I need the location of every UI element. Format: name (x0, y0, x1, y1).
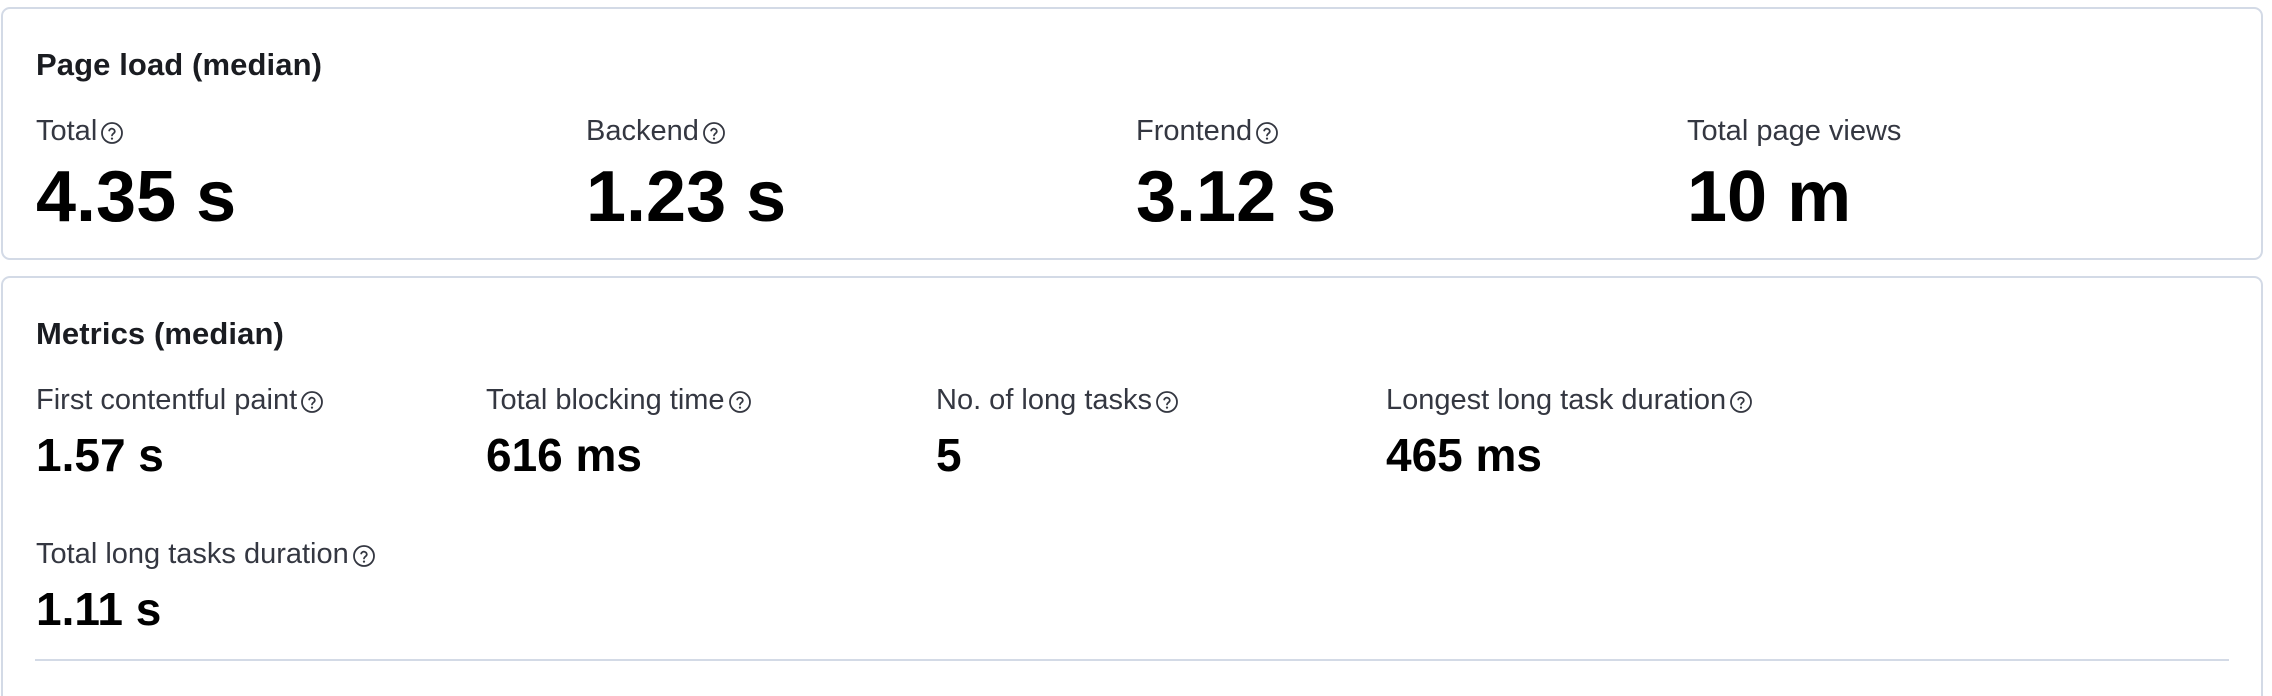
metrics-title: Metrics (median) (36, 316, 284, 351)
metrics-panel: Metrics (median) First contentful paint … (1, 276, 2263, 696)
question-in-circle-icon[interactable] (300, 390, 324, 414)
stat-fcp-value: 1.57 s (36, 429, 164, 481)
stat-first-contentful-paint: First contentful paint 1.57 s (36, 382, 324, 478)
stat-longest-task-label: Longest long task duration (1386, 383, 1727, 416)
metrics-divider (35, 659, 2229, 661)
question-in-circle-icon[interactable] (1155, 390, 1179, 414)
question-in-circle-icon[interactable] (1729, 390, 1753, 414)
stat-long-tasks-label: No. of long tasks (936, 383, 1152, 416)
stat-total-blocking-time: Total blocking time 616 ms (486, 382, 752, 478)
stat-backend-value: 1.23 s (586, 157, 787, 237)
stat-page-views-label: Total page views (1687, 114, 1902, 147)
stat-total: Total 4.35 s (36, 113, 237, 237)
stat-long-tasks-count: No. of long tasks 5 (936, 382, 1179, 478)
stat-total-long-tasks-duration: Total long tasks duration 1.11 s (36, 536, 376, 632)
question-in-circle-icon[interactable] (1255, 121, 1279, 145)
stat-total-long-tasks-value: 1.11 s (36, 583, 162, 635)
stat-longest-long-task: Longest long task duration 465 ms (1386, 382, 1753, 478)
question-in-circle-icon[interactable] (100, 121, 124, 145)
question-in-circle-icon[interactable] (702, 121, 726, 145)
stat-backend: Backend 1.23 s (586, 113, 787, 237)
question-in-circle-icon[interactable] (352, 544, 376, 568)
stat-tbt-value: 616 ms (486, 429, 643, 481)
stat-frontend-label: Frontend (1136, 114, 1253, 147)
stat-tbt-label: Total blocking time (486, 383, 725, 416)
stat-page-views-value: 10 m (1687, 157, 1852, 237)
stat-long-tasks-value: 5 (936, 429, 962, 481)
question-in-circle-icon[interactable] (728, 390, 752, 414)
stat-frontend: Frontend 3.12 s (1136, 113, 1337, 237)
stat-fcp-label: First contentful paint (36, 383, 298, 416)
stat-frontend-value: 3.12 s (1136, 157, 1337, 237)
page-load-panel: Page load (median) Total 4.35 s Backend … (1, 7, 2263, 260)
stat-total-value: 4.35 s (36, 157, 237, 237)
stat-total-label: Total (36, 114, 98, 147)
stat-total-long-tasks-label: Total long tasks duration (36, 537, 349, 570)
stat-backend-label: Backend (586, 114, 699, 147)
page-load-title: Page load (median) (36, 47, 323, 82)
stat-longest-task-value: 465 ms (1386, 429, 1543, 481)
stat-page-views: Total page views 10 m (1687, 113, 1902, 237)
